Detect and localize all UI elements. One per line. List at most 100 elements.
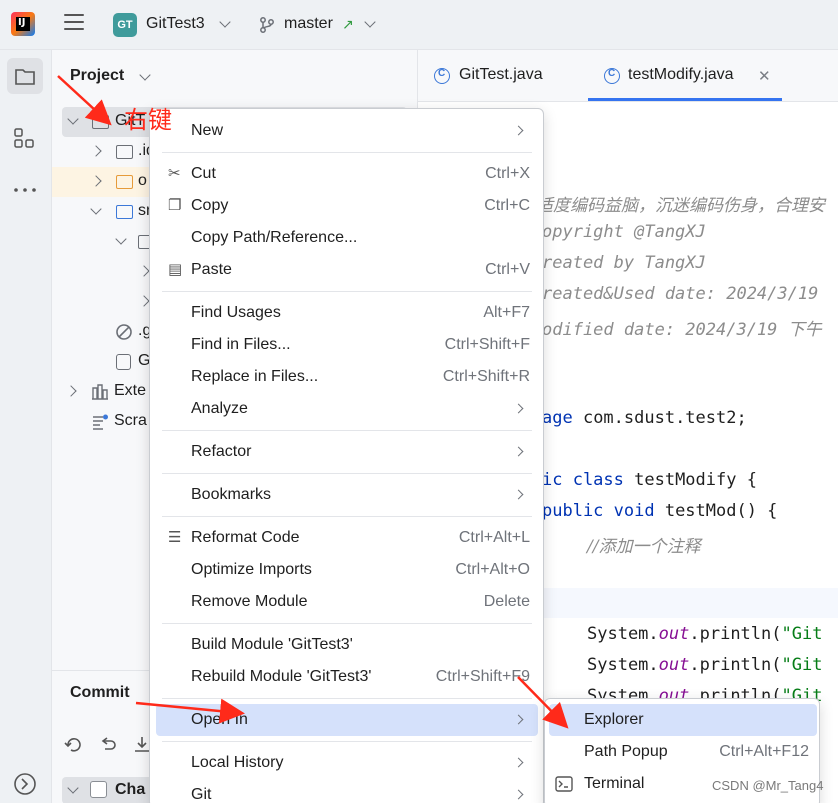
menu-item-label: Paste [191,261,232,278]
ignore-icon [116,324,132,340]
code-line: ic class testModify { [542,470,757,490]
structure-tool-button[interactable] [7,120,43,156]
project-badge[interactable]: GT [113,13,137,37]
menu-item-build-module[interactable]: Build Module 'GitTest3' [156,629,538,661]
scratch-icon [93,414,108,430]
expand-arrow-icon[interactable] [90,145,102,157]
menu-item-label: Rebuild Module 'GitTest3' [191,668,372,685]
menu-item-bookmarks[interactable]: Bookmarks [156,479,538,511]
changes-checkbox[interactable] [90,781,107,798]
commit-title: Commit [70,684,130,701]
code-string: "Git [781,655,823,675]
code-line: age com.sdust.test2; [542,408,747,428]
tree-item-label: Scra [114,412,147,429]
collapse-arrow-icon[interactable] [90,203,102,215]
title-bar: IJ GT GitTest3 master ↗ [0,0,838,50]
more-icon [14,188,36,192]
menu-item-new[interactable]: New [156,115,538,147]
library-icon [92,384,108,400]
context-menu: New ✂ Cut Ctrl+X ❐ Copy Ctrl+C Copy Path… [149,108,544,803]
keyword: public void [542,501,655,521]
menu-separator [162,152,532,153]
chevron-down-icon[interactable] [364,16,376,28]
menu-shortcut: Delete [483,593,530,610]
expand-arrow-icon[interactable] [138,295,150,307]
menu-item-label: Open In [191,711,248,728]
tab-testmodify[interactable]: testModify.java [628,66,734,84]
menu-item-find-usages[interactable]: Find Usages Alt+F7 [156,297,538,329]
keyword: ic class [542,470,624,490]
menu-item-label: Remove Module [191,593,308,610]
menu-item-explorer[interactable]: Explorer [549,704,817,736]
menu-shortcut: Ctrl+Alt+L [458,529,530,546]
submenu-arrow-icon [513,789,524,800]
menu-item-local-history[interactable]: Local History [156,747,538,779]
expand-arrow-icon[interactable] [138,265,150,277]
intellij-logo-icon[interactable]: IJ [11,12,35,36]
menu-item-label: Bookmarks [191,486,272,503]
menu-item-path-popup[interactable]: Path Popup Ctrl+Alt+F12 [549,736,817,768]
submenu-arrow-icon [513,757,524,768]
folder-blue-icon [116,205,133,219]
folder-orange-icon [116,175,133,189]
code-line: odified date: 2024/3/19 下午 [542,320,822,340]
branch-name[interactable]: master [284,15,333,33]
menu-item-label: Local History [191,754,284,771]
menu-item-copy[interactable]: ❐ Copy Ctrl+C [156,190,538,222]
code-line: System.out.println("Git [587,655,822,675]
code-line: //添加一个注释 [587,537,701,557]
code-line: 适度编码益脑，沉迷编码伤身，合理安 [536,196,825,216]
menu-item-refactor[interactable]: Refactor [156,436,538,468]
menu-item-reformat-code[interactable]: ☰ Reformat Code Ctrl+Alt+L [156,522,538,554]
close-icon[interactable]: ✕ [758,67,771,85]
main-menu-icon[interactable] [64,14,84,34]
menu-item-label: Find in Files... [191,336,291,353]
project-name[interactable]: GitTest3 [146,15,205,33]
branch-icon[interactable] [258,16,276,34]
more-tools-button[interactable] [7,172,43,208]
project-tool-button[interactable] [7,58,43,94]
menu-item-label: Optimize Imports [191,561,312,578]
collapse-arrow-icon[interactable] [115,233,127,245]
submenu-arrow-icon [513,446,524,457]
git-tool-button[interactable] [7,766,43,802]
menu-item-git[interactable]: Git [156,779,538,803]
menu-shortcut: Ctrl+V [485,261,530,278]
active-tab-indicator [588,98,782,101]
menu-item-paste[interactable]: ▤ Paste Ctrl+V [156,254,538,286]
refresh-icon[interactable] [64,735,84,755]
code-field: out [658,624,690,644]
menu-item-optimize-imports[interactable]: Optimize Imports Ctrl+Alt+O [156,554,538,586]
rollback-icon[interactable] [98,735,118,755]
menu-separator [162,430,532,431]
menu-separator [162,698,532,699]
chevron-down-icon[interactable] [219,16,231,28]
menu-separator [162,623,532,624]
code-text: .println( [689,624,782,644]
collapse-arrow-icon[interactable] [67,113,79,125]
menu-item-open-in[interactable]: Open In [156,704,538,736]
tool-window-strip [0,50,52,803]
code-text: .println( [689,655,782,675]
menu-item-analyze[interactable]: Analyze [156,393,538,425]
menu-item-replace-in-files[interactable]: Replace in Files... Ctrl+Shift+R [156,361,538,393]
java-class-icon [604,68,620,84]
tree-item-label: o [138,172,147,189]
chevron-down-icon[interactable] [139,69,151,81]
changes-row[interactable] [62,777,162,803]
menu-item-label: Git [191,786,212,803]
menu-item-find-in-files[interactable]: Find in Files... Ctrl+Shift+F [156,329,538,361]
menu-item-cut[interactable]: ✂ Cut Ctrl+X [156,158,538,190]
menu-item-label: Build Module 'GitTest3' [191,636,353,653]
tab-gittest[interactable]: GitTest.java [459,66,543,84]
code-text: testMod() { [654,501,778,521]
panel-title: Project [70,67,125,84]
code-line: public void testMod() { [542,501,777,521]
menu-item-label: Analyze [191,400,248,417]
menu-item-copy-path[interactable]: Copy Path/Reference... [156,222,538,254]
menu-item-rebuild-module[interactable]: Rebuild Module 'GitTest3' Ctrl+Shift+F9 [156,661,538,693]
annotation-note: 右键 [124,106,172,134]
menu-item-remove-module[interactable]: Remove Module Delete [156,586,538,618]
expand-arrow-icon[interactable] [65,385,77,397]
expand-arrow-icon[interactable] [90,175,102,187]
